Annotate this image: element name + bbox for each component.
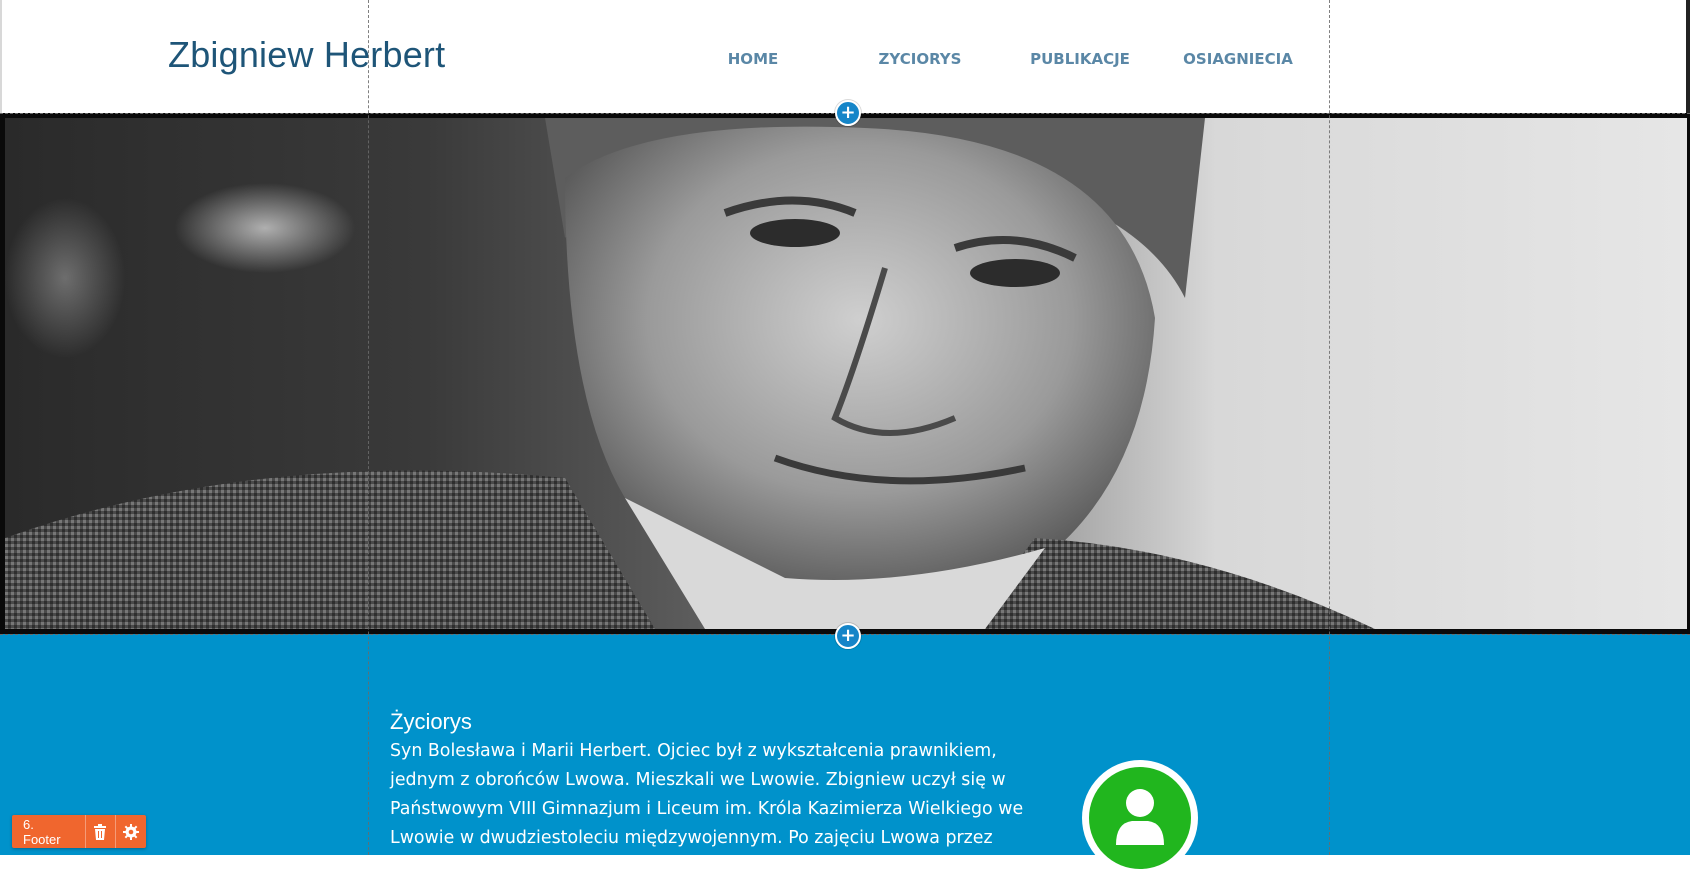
delete-button[interactable]: [86, 815, 116, 848]
plus-icon: +: [840, 625, 856, 646]
nav-home[interactable]: HOME: [728, 50, 778, 68]
avatar-badge: [1089, 767, 1191, 869]
section-label[interactable]: 6. Footer: [12, 815, 86, 848]
section-heading[interactable]: Życiorys: [390, 709, 472, 735]
nav-zyciorys[interactable]: ZYCIORYS: [879, 50, 962, 68]
settings-button[interactable]: [115, 815, 146, 848]
section-toolbar: 6. Footer: [12, 815, 146, 848]
biography-line: jednym z obrońców Lwowa. Mieszkali we Lw…: [390, 770, 1006, 790]
biography-line: Syn Bolesława i Marii Herbert. Ojciec by…: [390, 741, 997, 761]
user-icon: [1116, 789, 1164, 845]
plus-icon: +: [840, 102, 856, 123]
site-header: Zbigniew Herbert HOME ZYCIORYS PUBLIKACJ…: [0, 0, 1690, 140]
avatar[interactable]: [1082, 760, 1198, 876]
biography-text[interactable]: Syn Bolesława i Marii Herbert. Ojciec by…: [390, 737, 1024, 853]
gear-icon: [123, 823, 140, 840]
biography-line: Państwowym VIII Gimnazjum i Liceum im. K…: [390, 799, 1024, 819]
biography-line: Lwowie w dwudziestoleciu międzywojennym.…: [390, 828, 993, 848]
trash-icon: [94, 823, 107, 840]
hero-section[interactable]: [0, 113, 1690, 634]
biography-section: Życiorys Syn Bolesława i Marii Herbert. …: [0, 634, 1690, 876]
site-title[interactable]: Zbigniew Herbert: [168, 34, 445, 76]
hero-portrait-image: [5, 118, 1687, 629]
add-section-button[interactable]: +: [835, 623, 861, 649]
nav-publikacje[interactable]: PUBLIKACJE: [1030, 50, 1130, 68]
add-section-button[interactable]: +: [835, 100, 861, 126]
nav-osiagniecia[interactable]: OSIAGNIECIA: [1183, 50, 1293, 68]
